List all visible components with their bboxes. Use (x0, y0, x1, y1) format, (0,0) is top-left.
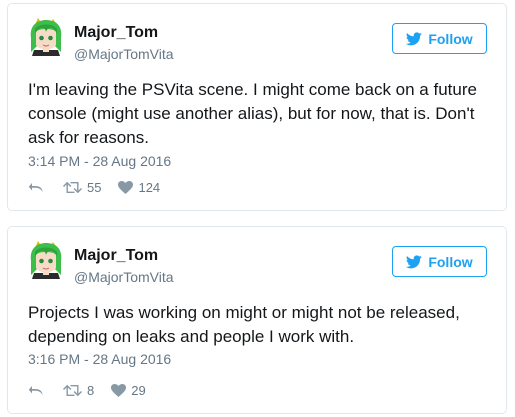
retweet-icon (63, 181, 82, 193)
avatar[interactable] (28, 18, 64, 56)
reply-button[interactable] (28, 383, 44, 397)
heart-icon (118, 180, 134, 194)
username[interactable]: @MajorTomVita (74, 46, 174, 62)
follow-button[interactable]: Follow (392, 23, 487, 54)
avatar[interactable] (28, 241, 64, 279)
reply-icon (28, 386, 43, 395)
like-button[interactable]: 124 (118, 180, 160, 195)
tweet-text: I'm leaving the PSVita scene. I might co… (28, 80, 477, 147)
reply-icon (28, 183, 43, 192)
tweet-text: Projects I was working on might or might… (28, 303, 460, 346)
display-name[interactable]: Major_Tom (74, 24, 158, 42)
twitter-bird-icon (406, 31, 423, 45)
follow-label: Follow (428, 30, 473, 47)
tweet-actions: 55 124 (28, 177, 160, 197)
retweet-count: 8 (87, 382, 95, 398)
tweet-card: Major_Tom @MajorTomVita Follow I'm leavi… (7, 3, 507, 211)
timestamp[interactable]: 3:16 PM - 28 Aug 2016 (28, 351, 171, 367)
retweet-count: 55 (87, 179, 102, 195)
reply-button[interactable] (28, 180, 44, 194)
retweet-icon (63, 384, 82, 396)
timestamp[interactable]: 3:14 PM - 28 Aug 2016 (28, 153, 171, 169)
retweet-button[interactable]: 8 (63, 383, 94, 398)
username[interactable]: @MajorTomVita (74, 269, 174, 285)
tweet-actions: 8 29 (28, 380, 146, 400)
like-count: 29 (131, 382, 146, 398)
twitter-bird-icon (406, 254, 423, 268)
tweet-card: Major_Tom @MajorTomVita Follow Projects … (7, 226, 507, 414)
like-button[interactable]: 29 (111, 382, 146, 398)
display-name[interactable]: Major_Tom (74, 247, 158, 265)
heart-icon (111, 383, 127, 397)
follow-button[interactable]: Follow (392, 246, 487, 277)
like-count: 124 (138, 179, 161, 195)
retweet-button[interactable]: 55 (63, 180, 101, 195)
follow-label: Follow (428, 253, 473, 270)
